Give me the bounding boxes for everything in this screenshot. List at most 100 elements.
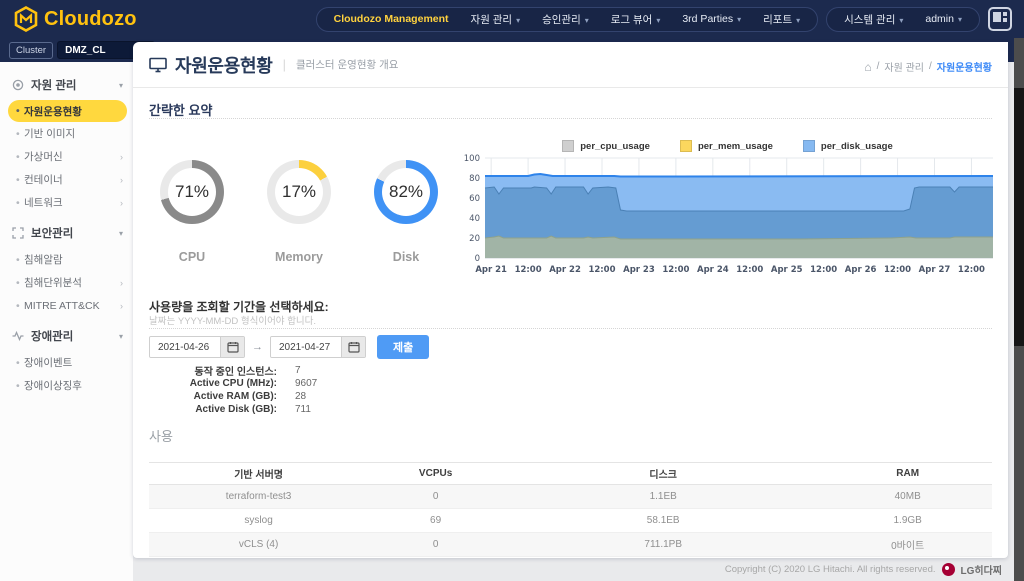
bullet-icon: • bbox=[16, 128, 20, 140]
nav-menu-system[interactable]: 시스템 관리▾ bbox=[833, 12, 914, 27]
svg-text:80: 80 bbox=[469, 174, 480, 184]
chevron-right-icon: › bbox=[120, 301, 123, 311]
chevron-right-icon: › bbox=[120, 152, 123, 162]
chevron-down-icon: ▾ bbox=[656, 16, 660, 25]
bullet-icon: • bbox=[16, 277, 20, 289]
col-ram: RAM bbox=[823, 463, 992, 485]
sidebar-item-base-images[interactable]: •기반 이미지 bbox=[0, 122, 133, 145]
start-date-input[interactable] bbox=[150, 337, 220, 357]
svg-text:12:00: 12:00 bbox=[515, 265, 542, 275]
main-content-card: 자원운용현황 | 클러스터 운영현황 개요 ⌂ / 자원 관리 / 자원운용현황… bbox=[133, 42, 1008, 558]
sidebar-item-fault-anomalies[interactable]: •장애이상징후 bbox=[0, 374, 133, 397]
cloudozo-logo[interactable]: Cloudozo bbox=[14, 6, 137, 32]
fault-icon bbox=[12, 330, 25, 342]
nav-menu-report[interactable]: 리포트▾ bbox=[752, 12, 811, 27]
vertical-scrollbar-thumb[interactable] bbox=[1014, 88, 1024, 346]
usage-heading: 사용 bbox=[149, 426, 173, 445]
table-row[interactable]: terraform-test301.1EB40MB bbox=[149, 485, 992, 509]
dashboard-grid-icon[interactable] bbox=[988, 7, 1012, 31]
breadcrumb-current: 자원운용현황 bbox=[937, 59, 992, 74]
bullet-icon: • bbox=[16, 197, 20, 209]
col-vcpus: VCPUs bbox=[368, 463, 503, 485]
svg-text:Apr 25: Apr 25 bbox=[771, 265, 803, 275]
sidebar-section-faults[interactable]: 장애관리 ▾ bbox=[0, 323, 133, 349]
calendar-icon[interactable] bbox=[341, 337, 365, 357]
legend-item[interactable]: per_mem_usage bbox=[680, 140, 773, 152]
memory-gauge-label: Memory bbox=[256, 250, 342, 264]
memory-gauge: 17% Memory bbox=[256, 160, 342, 264]
legend-item[interactable]: per_cpu_usage bbox=[562, 140, 650, 152]
chevron-down-icon: ▾ bbox=[119, 332, 123, 341]
svg-text:Apr 23: Apr 23 bbox=[623, 265, 655, 275]
start-date-field bbox=[149, 336, 245, 358]
sidebar-item-intrusion-analysis[interactable]: •침해단위분석› bbox=[0, 271, 133, 294]
copyright-text: Copyright (C) 2020 LG Hitachi. All right… bbox=[725, 564, 936, 575]
sidebar: 자원 관리 ▾ •자원운용현황 •기반 이미지 •가상머신› •컨테이너› •네… bbox=[0, 62, 133, 581]
stat-running-instances: 동작 중인 인스턴스:7 bbox=[149, 364, 317, 377]
submit-button[interactable]: 제출 bbox=[377, 335, 429, 359]
disk-percent: 82% bbox=[382, 168, 430, 216]
summary-heading: 간략한 요약 bbox=[149, 100, 212, 119]
breadcrumb-resources[interactable]: 자원 관리 bbox=[884, 59, 924, 74]
legend-item[interactable]: per_disk_usage bbox=[803, 140, 893, 152]
svg-text:Apr 26: Apr 26 bbox=[845, 265, 877, 275]
col-disk: 디스크 bbox=[503, 463, 823, 485]
sidebar-item-virtual-machines[interactable]: •가상머신› bbox=[0, 145, 133, 168]
chevron-down-icon: ▾ bbox=[899, 16, 903, 25]
cluster-label: Cluster bbox=[9, 42, 53, 59]
sidebar-section-security[interactable]: 보안관리 ▾ bbox=[0, 220, 133, 246]
legend-label: per_disk_usage bbox=[821, 141, 893, 152]
sidebar-section-resources[interactable]: 자원 관리 ▾ bbox=[0, 72, 133, 98]
footer: Copyright (C) 2020 LG Hitachi. All right… bbox=[133, 562, 1008, 577]
legend-swatch-icon bbox=[680, 140, 692, 152]
svg-text:12:00: 12:00 bbox=[884, 265, 911, 275]
legend-label: per_cpu_usage bbox=[580, 141, 650, 152]
nav-brand[interactable]: Cloudozo Management bbox=[323, 13, 460, 25]
table-row[interactable]: vCLS (4)0711.1PB0바이트 bbox=[149, 533, 992, 557]
chevron-down-icon: ▾ bbox=[585, 16, 589, 25]
nav-menu-resources[interactable]: 자원 관리▾ bbox=[460, 12, 532, 27]
bullet-icon: • bbox=[16, 105, 20, 117]
stat-active-ram: Active RAM (GB):28 bbox=[149, 390, 317, 403]
breadcrumb: ⌂ / 자원 관리 / 자원운용현황 bbox=[864, 59, 992, 74]
nav-menu-3rd-parties[interactable]: 3rd Parties▾ bbox=[671, 13, 752, 25]
bullet-icon: • bbox=[16, 357, 20, 369]
home-icon[interactable]: ⌂ bbox=[864, 60, 871, 74]
svg-text:12:00: 12:00 bbox=[958, 265, 985, 275]
donut-gauges: 71% CPU 17% Memory 82% Disk bbox=[149, 160, 449, 264]
cpu-gauge: 71% CPU bbox=[149, 160, 235, 264]
legend-swatch-icon bbox=[803, 140, 815, 152]
svg-text:Apr 21: Apr 21 bbox=[475, 265, 507, 275]
system-menu-pill: 시스템 관리▾ admin▾ bbox=[826, 7, 980, 32]
resource-icon bbox=[12, 79, 25, 91]
chevron-right-icon: › bbox=[120, 175, 123, 185]
bullet-icon: • bbox=[16, 254, 20, 266]
svg-text:12:00: 12:00 bbox=[736, 265, 763, 275]
main-menu-pill: Cloudozo Management 자원 관리▾ 승인관리▾ 로그 뷰어▾ … bbox=[316, 7, 819, 32]
svg-text:100: 100 bbox=[464, 154, 480, 164]
table-row[interactable]: syslog6958.1EB1.9GB bbox=[149, 509, 992, 533]
dotted-divider bbox=[149, 328, 992, 329]
nav-menu-approval[interactable]: 승인관리▾ bbox=[531, 12, 600, 27]
title-divider: | bbox=[283, 57, 286, 72]
logo-text: Cloudozo bbox=[44, 8, 137, 31]
svg-text:0: 0 bbox=[475, 254, 480, 264]
stat-active-disk: Active Disk (GB):711 bbox=[149, 403, 317, 416]
sidebar-item-resource-status[interactable]: •자원운용현황 bbox=[8, 100, 127, 122]
nav-menu-log-viewer[interactable]: 로그 뷰어▾ bbox=[600, 12, 672, 27]
lg-brand-text: LG히다찌 bbox=[961, 562, 1003, 577]
bullet-icon: • bbox=[16, 300, 20, 312]
sidebar-item-mitre-attack[interactable]: •MITRE ATT&CK› bbox=[0, 294, 133, 317]
end-date-input[interactable] bbox=[271, 337, 341, 357]
nav-menu-admin[interactable]: admin▾ bbox=[914, 13, 973, 25]
vertical-scrollbar-track[interactable] bbox=[1014, 38, 1024, 581]
monitor-icon bbox=[149, 57, 167, 73]
bullet-icon: • bbox=[16, 151, 20, 163]
sidebar-item-fault-events[interactable]: •장애이벤트 bbox=[0, 351, 133, 374]
sidebar-item-networks[interactable]: •네트워크› bbox=[0, 191, 133, 214]
sidebar-item-containers[interactable]: •컨테이너› bbox=[0, 168, 133, 191]
calendar-icon[interactable] bbox=[220, 337, 244, 357]
top-navbar: Cloudozo Cloudozo Management 자원 관리▾ 승인관리… bbox=[0, 0, 1024, 38]
sidebar-item-intrusion-alerts[interactable]: •침해알람 bbox=[0, 248, 133, 271]
svg-text:Apr 27: Apr 27 bbox=[919, 265, 951, 275]
